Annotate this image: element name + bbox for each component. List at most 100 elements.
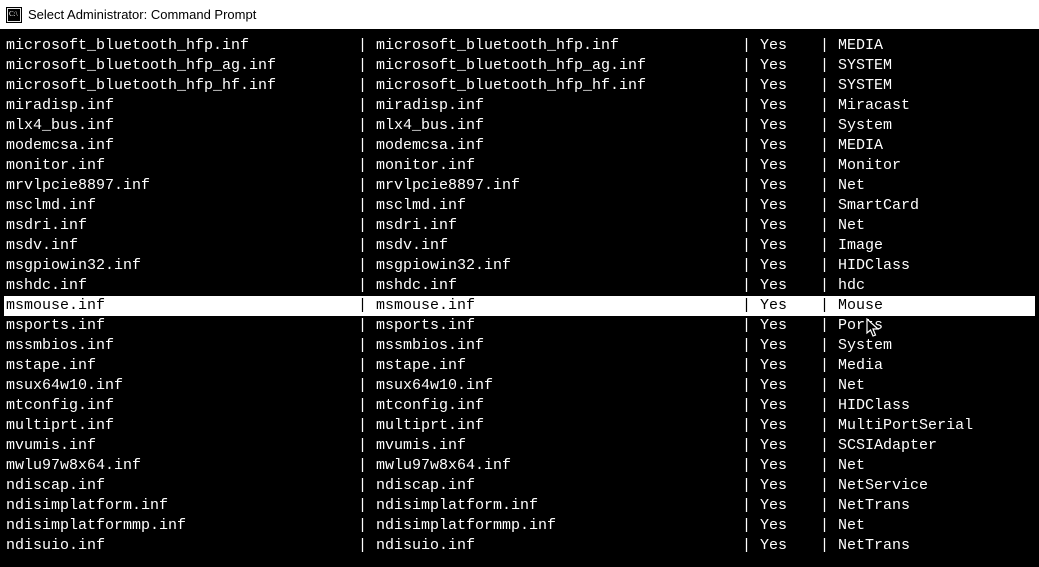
window-titlebar[interactable]: C:\ Select Administrator: Command Prompt bbox=[0, 0, 1039, 30]
column-separator: | bbox=[742, 496, 760, 516]
class-name: SYSTEM bbox=[838, 56, 1035, 76]
table-row[interactable]: microsoft_bluetooth_hfp_hf.inf| microsof… bbox=[4, 76, 1035, 96]
column-separator: | bbox=[742, 116, 760, 136]
column-separator: | bbox=[820, 496, 838, 516]
inbox-flag: Yes bbox=[760, 496, 820, 516]
class-name: MEDIA bbox=[838, 36, 1035, 56]
table-row[interactable]: mvumis.inf| mvumis.inf| Yes| SCSIAdapter bbox=[4, 436, 1035, 456]
column-separator: | bbox=[820, 516, 838, 536]
table-row[interactable]: mlx4_bus.inf| mlx4_bus.inf| Yes| System bbox=[4, 116, 1035, 136]
inbox-flag: Yes bbox=[760, 376, 820, 396]
column-separator: | bbox=[820, 396, 838, 416]
table-row[interactable]: mtconfig.inf| mtconfig.inf| Yes| HIDClas… bbox=[4, 396, 1035, 416]
table-row[interactable]: monitor.inf| monitor.inf| Yes| Monitor bbox=[4, 156, 1035, 176]
inf-original-name: mwlu97w8x64.inf bbox=[376, 456, 742, 476]
column-separator: | bbox=[820, 536, 838, 556]
inf-original-name: msmouse.inf bbox=[376, 296, 742, 316]
class-name: Monitor bbox=[838, 156, 1035, 176]
table-row[interactable]: mwlu97w8x64.inf| mwlu97w8x64.inf| Yes| N… bbox=[4, 456, 1035, 476]
column-separator: | bbox=[358, 316, 376, 336]
column-separator: | bbox=[742, 196, 760, 216]
column-separator: | bbox=[358, 516, 376, 536]
inf-published-name: microsoft_bluetooth_hfp_ag.inf bbox=[4, 56, 358, 76]
class-name: Miracast bbox=[838, 96, 1035, 116]
inbox-flag: Yes bbox=[760, 456, 820, 476]
table-row[interactable]: msgpiowin32.inf| msgpiowin32.inf| Yes| H… bbox=[4, 256, 1035, 276]
class-name: Net bbox=[838, 176, 1035, 196]
column-separator: | bbox=[358, 396, 376, 416]
table-row[interactable]: msdri.inf| msdri.inf| Yes| Net bbox=[4, 216, 1035, 236]
class-name: hdc bbox=[838, 276, 1035, 296]
table-row[interactable]: ndiscap.inf| ndiscap.inf| Yes| NetServic… bbox=[4, 476, 1035, 496]
column-separator: | bbox=[820, 196, 838, 216]
table-row[interactable]: miradisp.inf| miradisp.inf| Yes| Miracas… bbox=[4, 96, 1035, 116]
inf-published-name: microsoft_bluetooth_hfp.inf bbox=[4, 36, 358, 56]
column-separator: | bbox=[742, 276, 760, 296]
column-separator: | bbox=[358, 136, 376, 156]
inf-original-name: mlx4_bus.inf bbox=[376, 116, 742, 136]
column-separator: | bbox=[358, 296, 376, 316]
class-name: MEDIA bbox=[838, 136, 1035, 156]
table-row[interactable]: modemcsa.inf| modemcsa.inf| Yes| MEDIA bbox=[4, 136, 1035, 156]
column-separator: | bbox=[358, 256, 376, 276]
table-row[interactable]: msports.inf| msports.inf| Yes| Ports bbox=[4, 316, 1035, 336]
inf-original-name: mrvlpcie8897.inf bbox=[376, 176, 742, 196]
table-row[interactable]: msux64w10.inf| msux64w10.inf| Yes| Net bbox=[4, 376, 1035, 396]
inbox-flag: Yes bbox=[760, 296, 820, 316]
inbox-flag: Yes bbox=[760, 316, 820, 336]
table-row[interactable]: microsoft_bluetooth_hfp.inf| microsoft_b… bbox=[4, 36, 1035, 56]
table-row[interactable]: msdv.inf| msdv.inf| Yes| Image bbox=[4, 236, 1035, 256]
column-separator: | bbox=[742, 156, 760, 176]
column-separator: | bbox=[820, 316, 838, 336]
column-separator: | bbox=[742, 256, 760, 276]
column-separator: | bbox=[742, 76, 760, 96]
table-row[interactable]: msmouse.inf| msmouse.inf| Yes| Mouse bbox=[4, 296, 1035, 316]
inf-original-name: msdri.inf bbox=[376, 216, 742, 236]
column-separator: | bbox=[742, 536, 760, 556]
class-name: SCSIAdapter bbox=[838, 436, 1035, 456]
class-name: HIDClass bbox=[838, 256, 1035, 276]
column-separator: | bbox=[358, 356, 376, 376]
table-row[interactable]: multiprt.inf| multiprt.inf| Yes| MultiPo… bbox=[4, 416, 1035, 436]
inbox-flag: Yes bbox=[760, 256, 820, 276]
table-row[interactable]: msclmd.inf| msclmd.inf| Yes| SmartCard bbox=[4, 196, 1035, 216]
inf-published-name: mstape.inf bbox=[4, 356, 358, 376]
column-separator: | bbox=[742, 396, 760, 416]
table-row[interactable]: mrvlpcie8897.inf| mrvlpcie8897.inf| Yes|… bbox=[4, 176, 1035, 196]
table-row[interactable]: mssmbios.inf| mssmbios.inf| Yes| System bbox=[4, 336, 1035, 356]
inbox-flag: Yes bbox=[760, 236, 820, 256]
table-row[interactable]: mstape.inf| mstape.inf| Yes| Media bbox=[4, 356, 1035, 376]
inf-published-name: mrvlpcie8897.inf bbox=[4, 176, 358, 196]
column-separator: | bbox=[742, 96, 760, 116]
table-row[interactable]: microsoft_bluetooth_hfp_ag.inf| microsof… bbox=[4, 56, 1035, 76]
table-row[interactable]: mshdc.inf| mshdc.inf| Yes| hdc bbox=[4, 276, 1035, 296]
class-name: Ports bbox=[838, 316, 1035, 336]
column-separator: | bbox=[358, 56, 376, 76]
column-separator: | bbox=[820, 256, 838, 276]
column-separator: | bbox=[358, 476, 376, 496]
inbox-flag: Yes bbox=[760, 516, 820, 536]
inbox-flag: Yes bbox=[760, 96, 820, 116]
inbox-flag: Yes bbox=[760, 536, 820, 556]
inf-original-name: monitor.inf bbox=[376, 156, 742, 176]
inbox-flag: Yes bbox=[760, 56, 820, 76]
inbox-flag: Yes bbox=[760, 156, 820, 176]
column-separator: | bbox=[820, 416, 838, 436]
table-row[interactable]: ndisimplatform.inf| ndisimplatform.inf| … bbox=[4, 496, 1035, 516]
inf-published-name: msmouse.inf bbox=[4, 296, 358, 316]
inf-original-name: ndisimplatformmp.inf bbox=[376, 516, 742, 536]
table-row[interactable]: ndisimplatformmp.inf| ndisimplatformmp.i… bbox=[4, 516, 1035, 536]
inf-original-name: ndisuio.inf bbox=[376, 536, 742, 556]
inbox-flag: Yes bbox=[760, 176, 820, 196]
inbox-flag: Yes bbox=[760, 196, 820, 216]
terminal-output[interactable]: microsoft_bluetooth_hfp.inf | microsoft_b… bbox=[0, 30, 1039, 567]
table-row[interactable]: ndisuio.inf| ndisuio.inf| Yes| NetTrans bbox=[4, 536, 1035, 556]
column-separator: | bbox=[742, 316, 760, 336]
inf-original-name: mshdc.inf bbox=[376, 276, 742, 296]
inf-published-name: mlx4_bus.inf bbox=[4, 116, 358, 136]
inf-original-name: msclmd.inf bbox=[376, 196, 742, 216]
inbox-flag: Yes bbox=[760, 356, 820, 376]
window-title: Select Administrator: Command Prompt bbox=[28, 7, 256, 22]
column-separator: | bbox=[742, 416, 760, 436]
column-separator: | bbox=[358, 116, 376, 136]
